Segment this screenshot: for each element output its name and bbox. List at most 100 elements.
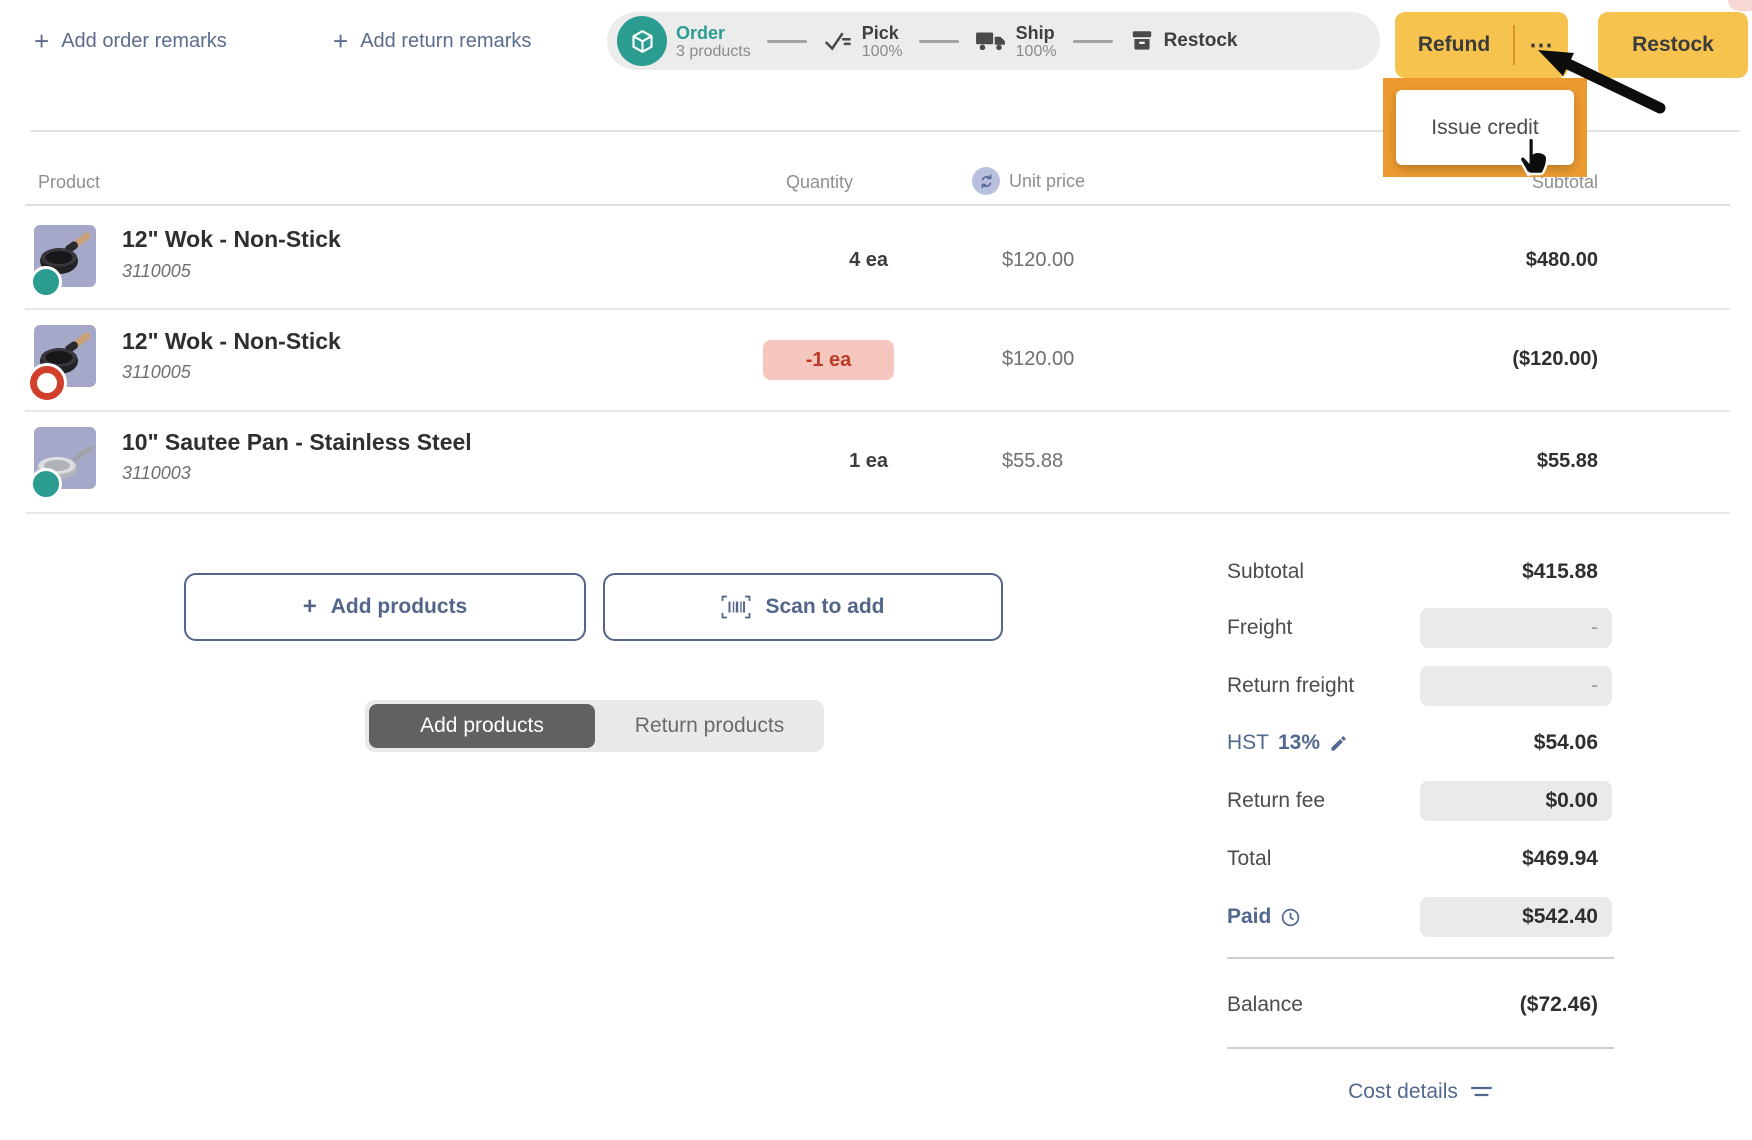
cost-details-link[interactable]: Cost details: [1227, 1080, 1614, 1104]
return-freight-value: -: [1591, 674, 1598, 698]
order-progress-pill: Order 3 products Pick 100%: [607, 12, 1380, 70]
subtotal-value: ($120.00): [1398, 348, 1598, 371]
order-step-sub: 3 products: [676, 43, 751, 60]
freight-value: -: [1591, 616, 1598, 640]
progress-step-ship[interactable]: Ship 100%: [975, 23, 1057, 60]
summary-subtotal-label: Subtotal: [1227, 560, 1304, 584]
subtotal-value: $55.88: [1398, 450, 1598, 473]
hst-rate: 13%: [1278, 731, 1320, 755]
products-mode-toggle: Add products Return products: [365, 700, 824, 752]
refund-button-label: Refund: [1395, 33, 1513, 57]
quantity-value: 4 ea: [751, 249, 888, 272]
page-corner-decoration: [1728, 0, 1752, 11]
unit-price-header-label: Unit price: [1009, 171, 1085, 192]
summary-subtotal-value: $415.88: [1398, 560, 1598, 584]
restock-step-label: Restock: [1164, 31, 1238, 51]
add-order-remarks-link[interactable]: + Add order remarks: [34, 24, 227, 58]
product-name: 10" Sautee Pan - Stainless Steel: [122, 429, 472, 456]
column-header-quantity: Quantity: [751, 172, 888, 193]
return-freight-input[interactable]: -: [1420, 666, 1612, 706]
pencil-icon[interactable]: [1329, 734, 1348, 753]
order-step-label: Order: [676, 23, 751, 43]
table-divider: [25, 204, 1730, 206]
table-divider: [25, 512, 1730, 514]
paid-input[interactable]: $542.40: [1420, 897, 1612, 937]
unit-price-value: $120.00: [1002, 249, 1074, 272]
quantity-value: -1 ea: [806, 349, 852, 372]
summary-freight-label: Freight: [1227, 616, 1292, 640]
summary-return-freight-label: Return freight: [1227, 674, 1354, 698]
status-returned-badge: [30, 366, 64, 400]
column-header-unit-price: Unit price: [972, 167, 1085, 195]
summary-hst-value: $54.06: [1398, 731, 1598, 755]
add-return-remarks-label: Add return remarks: [360, 30, 531, 53]
plus-icon: +: [333, 28, 348, 54]
summary-return-fee-label: Return fee: [1227, 789, 1325, 813]
add-order-remarks-label: Add order remarks: [61, 30, 227, 53]
toggle-return-products-label: Return products: [635, 714, 784, 738]
scan-to-add-label: Scan to add: [765, 595, 884, 619]
paid-label: Paid: [1227, 905, 1271, 929]
archive-box-icon: [1129, 28, 1155, 54]
table-divider: [25, 410, 1730, 412]
table-divider: [25, 308, 1730, 310]
product-sku: 3110003: [122, 463, 191, 484]
return-fee-value: $0.00: [1545, 789, 1598, 813]
order-detail-page: + Add order remarks + Add return remarks…: [0, 0, 1752, 1140]
unit-price-value: $120.00: [1002, 348, 1074, 371]
toggle-add-products-label: Add products: [420, 714, 544, 738]
progress-step-restock[interactable]: Restock: [1129, 28, 1238, 54]
clock-icon[interactable]: [1280, 907, 1301, 928]
status-fulfilled-badge: [30, 266, 62, 298]
product-sku: 3110005: [122, 261, 191, 282]
step-connector: [767, 40, 807, 43]
freight-input[interactable]: -: [1420, 608, 1612, 648]
progress-step-pick[interactable]: Pick 100%: [823, 23, 903, 60]
negative-quantity-pill: -1 ea: [763, 340, 894, 380]
checklist-icon: [823, 28, 853, 54]
cube-icon: [617, 16, 667, 66]
sync-icon[interactable]: [972, 167, 1000, 195]
product-sku: 3110005: [122, 362, 191, 383]
unit-price-value: $55.88: [1002, 450, 1063, 473]
plus-icon: +: [34, 28, 49, 54]
status-fulfilled-badge: [30, 468, 62, 500]
product-image: [34, 225, 96, 287]
add-products-button[interactable]: + Add products: [184, 573, 586, 641]
hand-cursor-icon: [1510, 132, 1556, 180]
summary-divider: [1227, 957, 1614, 959]
pick-step-value: 100%: [862, 43, 903, 60]
product-image: [34, 427, 96, 489]
summary-balance-value: ($72.46): [1398, 993, 1598, 1017]
return-fee-input[interactable]: $0.00: [1420, 781, 1612, 821]
step-connector: [1073, 40, 1113, 43]
step-connector: [919, 40, 959, 43]
summary-total-label: Total: [1227, 847, 1271, 871]
toggle-add-products[interactable]: Add products: [369, 704, 595, 748]
scan-to-add-button[interactable]: Scan to add: [603, 573, 1003, 641]
summary-divider: [1227, 1047, 1614, 1049]
add-return-remarks-link[interactable]: + Add return remarks: [333, 24, 531, 58]
plus-icon: +: [303, 593, 317, 621]
arrow-icon: [1530, 40, 1680, 125]
cost-details-label: Cost details: [1348, 1080, 1458, 1104]
product-name: 12" Wok - Non-Stick: [122, 226, 341, 253]
subtotal-value: $480.00: [1398, 249, 1598, 272]
product-image: [34, 325, 96, 387]
truck-icon: [975, 29, 1007, 53]
quantity-value: 1 ea: [751, 450, 888, 473]
lines-icon: [1470, 1084, 1493, 1100]
pick-step-label: Pick: [862, 23, 903, 43]
hst-label: HST: [1227, 731, 1269, 755]
product-name: 12" Wok - Non-Stick: [122, 328, 341, 355]
toggle-return-products[interactable]: Return products: [595, 700, 824, 752]
summary-total-value: $469.94: [1398, 847, 1598, 871]
progress-step-order[interactable]: Order 3 products: [617, 16, 751, 66]
add-products-label: Add products: [331, 595, 468, 619]
paid-value: $542.40: [1522, 905, 1598, 929]
summary-balance-label: Balance: [1227, 993, 1303, 1017]
summary-hst-label: HST 13%: [1227, 731, 1348, 755]
barcode-icon: [721, 595, 751, 619]
column-header-product: Product: [38, 172, 100, 193]
ship-step-value: 100%: [1016, 43, 1057, 60]
